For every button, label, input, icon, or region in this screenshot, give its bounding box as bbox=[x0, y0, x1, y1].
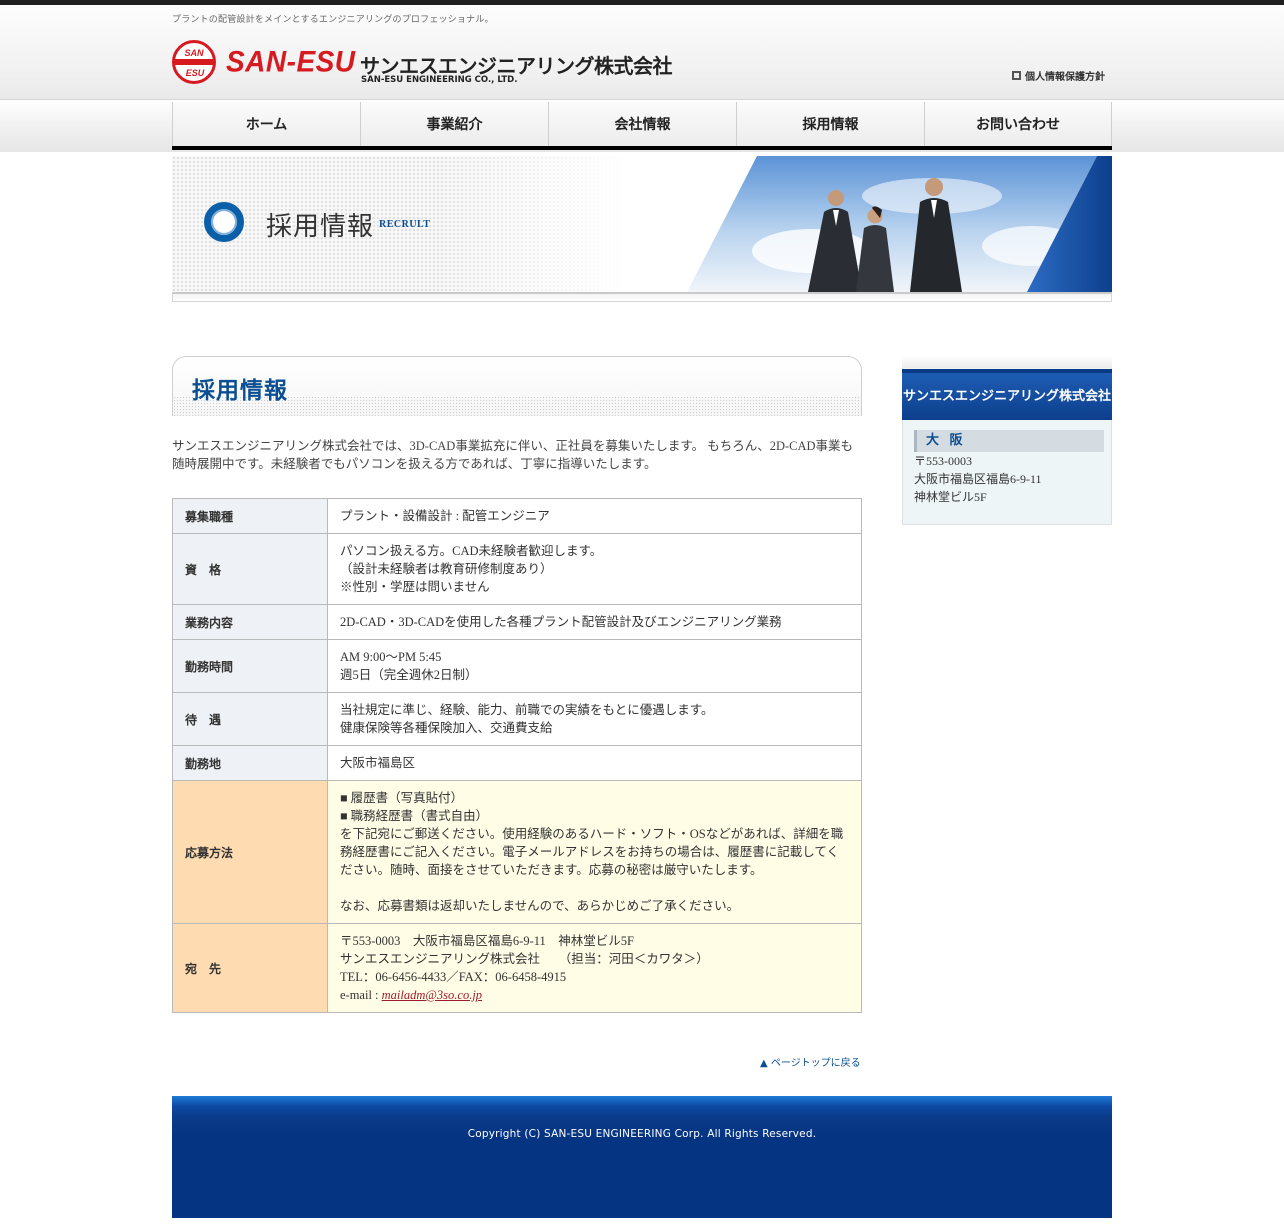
table-row: 業務内容 2D-CAD・3D-CADを使用した各種プラント配管設計及びエンジニア… bbox=[172, 604, 862, 640]
hero-subtitle: RECRULT bbox=[379, 219, 431, 230]
page-title: 採用情報 bbox=[192, 378, 288, 404]
row-value: プラント・設備設計 : 配管エンジニア bbox=[327, 498, 862, 534]
privacy-policy-label: 個人情報保護方針 bbox=[1025, 72, 1105, 83]
row-value: 当社規定に準じ、経験、能力、前職での実績をもとに優遇します。 健康保険等各種保険… bbox=[327, 692, 862, 746]
row-value: パソコン扱える方。CAD未経験者歓迎します。 （設計未経験者は教育研修制度あり）… bbox=[327, 533, 862, 605]
nav-contact[interactable]: お問い合わせ bbox=[924, 102, 1112, 146]
copyright: Copyright (C) SAN-ESU ENGINEERING Corp. … bbox=[467, 1128, 817, 1140]
address-line: 〒553-0003 bbox=[914, 454, 972, 468]
email-line: e-mail : mailadm@3so.co.jp bbox=[340, 986, 849, 1004]
email-link[interactable]: mailadm@3so.co.jp bbox=[382, 988, 482, 1002]
row-text: 健康保険等各種保険加入、交通費支給 bbox=[340, 721, 553, 735]
nav-recruit[interactable]: 採用情報 bbox=[736, 102, 924, 146]
intro-text: サンエスエンジニアリング株式会社では、3D-CAD事業拡充に伴い、正社員を募集い… bbox=[172, 439, 854, 471]
row-text: サンエスエンジニアリング株式会社 （担当：河田＜カワタ＞） bbox=[340, 952, 709, 966]
row-text: TEL：06-6456-4433／FAX：06-6458-4915 bbox=[340, 970, 567, 984]
row-text: 2D-CAD・3D-CADを使用した各種プラント配管設計及びエンジニアリング業務 bbox=[340, 615, 782, 629]
row-value: ■ 履歴書（写真貼付） ■ 職務経歴書（書式自由） を下記宛にご郵送ください。使… bbox=[327, 780, 862, 924]
row-value: AM 9:00～PM 5:45 週5日（完全週休2日制） bbox=[327, 639, 862, 693]
section-title-box: 採用情報 bbox=[172, 356, 862, 416]
emblem-text-top: SAN bbox=[184, 48, 204, 58]
row-text bbox=[340, 879, 849, 897]
sidebar-address: 〒553-0003 大阪市福島区福島6-9-11 神林堂ビル5F bbox=[914, 452, 1042, 506]
company-name-en: SAN-ESU ENGINEERING CO., LTD. bbox=[361, 75, 518, 85]
tagline: プラントの配管設計をメインとするエンジニアリングのプロフェッショナル。 bbox=[172, 15, 494, 25]
square-bullet-icon bbox=[1012, 71, 1021, 80]
row-text: 〒553-0003 大阪市福島区福島6-9-11 神林堂ビル5F bbox=[340, 934, 634, 948]
row-label: 資 格 bbox=[172, 533, 328, 605]
row-label: 待 遇 bbox=[172, 692, 328, 746]
row-text: ■ 職務経歴書（書式自由） bbox=[340, 809, 489, 823]
hero-base bbox=[172, 292, 1112, 302]
sidebar-contact: サンエスエンジニアリング株式会社 大 阪 〒553-0003 大阪市福島区福島6… bbox=[902, 356, 1112, 525]
logo-wordmark: SAN-ESU bbox=[226, 45, 356, 78]
row-label: 募集職種 bbox=[172, 498, 328, 534]
row-text: ■ 履歴書（写真貼付） bbox=[340, 791, 464, 805]
table-row: 勤務時間 AM 9:00～PM 5:45 週5日（完全週休2日制） bbox=[172, 639, 862, 693]
global-nav: ホーム 事業紹介 会社情報 採用情報 お問い合わせ bbox=[172, 102, 1112, 150]
hero-title: 採用情報 bbox=[266, 212, 375, 242]
row-text: パソコン扱える方。CAD未経験者歓迎します。 bbox=[340, 544, 603, 558]
row-value: 大阪市福島区 bbox=[327, 745, 862, 781]
company-logo[interactable]: SAN ESU SAN-ESU サンエスエンジニアリング株式会社 SAN-ESU… bbox=[172, 40, 673, 88]
row-text: AM 9:00～PM 5:45 bbox=[340, 650, 442, 664]
sidebar-city: 大 阪 bbox=[914, 430, 1104, 452]
row-text: を下記宛にご郵送ください。使用経験のあるハード・ソフト・OSなどがあれば、詳細を… bbox=[340, 827, 844, 877]
address-line: 神林堂ビル5F bbox=[914, 490, 987, 504]
row-value: 2D-CAD・3D-CADを使用した各種プラント配管設計及びエンジニアリング業務 bbox=[327, 604, 862, 640]
emblem-text-bottom: ESU bbox=[186, 68, 205, 78]
address-line: 大阪市福島区福島6-9-11 bbox=[914, 472, 1042, 486]
page-top-link[interactable]: ▲ ページトップに戻る bbox=[760, 1054, 861, 1069]
hero-banner: 採用情報 RECRULT bbox=[172, 156, 1112, 292]
circle-icon bbox=[204, 202, 244, 242]
footer: Copyright (C) SAN-ESU ENGINEERING Corp. … bbox=[172, 1096, 1112, 1218]
row-text: （設計未経験者は教育研修制度あり） bbox=[340, 562, 553, 576]
nav-business[interactable]: 事業紹介 bbox=[360, 102, 548, 146]
table-row: 宛 先 〒553-0003 大阪市福島区福島6-9-11 神林堂ビル5F サンエ… bbox=[172, 923, 862, 1013]
row-text: なお、応募書類は返却いたしませんので、あらかじめご了承ください。 bbox=[340, 899, 740, 913]
row-text: 週5日（完全週休2日制） bbox=[340, 668, 478, 682]
row-label: 勤務地 bbox=[172, 745, 328, 781]
row-text: 大阪市福島区 bbox=[340, 756, 416, 770]
row-label: 勤務時間 bbox=[172, 639, 328, 693]
san-esu-emblem-icon: SAN ESU bbox=[172, 40, 216, 84]
table-row: 勤務地 大阪市福島区 bbox=[172, 745, 862, 781]
table-row: 資 格 パソコン扱える方。CAD未経験者歓迎します。 （設計未経験者は教育研修制… bbox=[172, 533, 862, 605]
table-row: 応募方法 ■ 履歴書（写真貼付） ■ 職務経歴書（書式自由） を下記宛にご郵送く… bbox=[172, 780, 862, 924]
recruit-table: 募集職種 プラント・設備設計 : 配管エンジニア 資 格 パソコン扱える方。CA… bbox=[172, 498, 862, 1013]
row-label: 応募方法 bbox=[172, 780, 328, 924]
row-label: 宛 先 bbox=[172, 923, 328, 1013]
table-row: 待 遇 当社規定に準じ、経験、能力、前職での実績をもとに優遇します。 健康保険等… bbox=[172, 692, 862, 746]
row-text: プラント・設備設計 : 配管エンジニア bbox=[340, 509, 550, 523]
sidebar-company-name: サンエスエンジニアリング株式会社 bbox=[902, 369, 1112, 420]
email-prefix: e-mail : bbox=[340, 988, 382, 1002]
row-label: 業務内容 bbox=[172, 604, 328, 640]
nav-home[interactable]: ホーム bbox=[172, 102, 360, 146]
row-text: ※性別・学歴は問いません bbox=[340, 580, 490, 594]
row-text: 当社規定に準じ、経験、能力、前職での実績をもとに優遇します。 bbox=[340, 703, 714, 717]
row-value: 〒553-0003 大阪市福島区福島6-9-11 神林堂ビル5F サンエスエンジ… bbox=[327, 923, 862, 1013]
table-row: 募集職種 プラント・設備設計 : 配管エンジニア bbox=[172, 498, 862, 534]
nav-company[interactable]: 会社情報 bbox=[548, 102, 736, 146]
privacy-policy-link[interactable]: 個人情報保護方針 bbox=[1012, 68, 1105, 83]
